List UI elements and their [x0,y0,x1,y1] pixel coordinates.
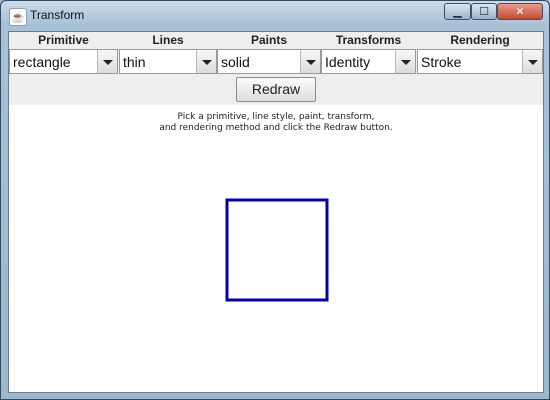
lines-value: thin [123,54,146,70]
redraw-button[interactable]: Redraw [236,77,316,102]
instructions-line-1: Pick a primitive, line style, paint, tra… [177,112,375,122]
paints-dropdown[interactable]: solid [217,49,321,74]
rendering-dropdown[interactable]: Stroke [417,49,543,74]
drawing-canvas [225,198,329,302]
rendering-label: Rendering [450,33,510,47]
java-icon[interactable]: ☕ [9,8,27,26]
paints-label: Paints [250,33,287,47]
maximize-icon: ☐ [479,5,489,18]
chevron-down-icon[interactable] [522,50,542,73]
transforms-value: Identity [325,54,371,70]
chevron-down-icon[interactable] [395,50,415,73]
chevron-down-icon[interactable] [300,50,320,73]
transforms-dropdown[interactable]: Identity [321,49,416,74]
lines-label: Lines [152,33,184,47]
instructions-line-2: and rendering method and click the Redra… [159,123,393,133]
rendering-value: Stroke [421,54,462,70]
window-title: Transform [30,8,85,22]
transform-window: ☕ Transform ▁ ☐ ✕ Primitive rectangle Li… [0,0,550,400]
control-panel: Primitive rectangle Lines thin Paints so… [9,32,543,105]
primitive-label: Primitive [38,33,89,47]
close-icon: ✕ [515,5,525,18]
minimize-button[interactable]: ▁ [444,3,471,20]
primitive-value: rectangle [13,54,71,70]
primitive-dropdown[interactable]: rectangle [9,49,118,74]
maximize-button[interactable]: ☐ [471,3,497,20]
instructions-text: Pick a primitive, line style, paint, tra… [9,112,543,134]
paints-value: solid [221,54,250,70]
rectangle-shape [225,198,329,302]
lines-dropdown[interactable]: thin [119,49,217,74]
chevron-down-icon[interactable] [97,50,117,73]
content-area: Primitive rectangle Lines thin Paints so… [8,31,544,393]
minimize-icon: ▁ [453,5,462,18]
transforms-label: Transforms [335,33,402,47]
title-bar[interactable]: ☕ Transform ▁ ☐ ✕ [1,1,549,31]
close-button[interactable]: ✕ [497,3,543,20]
chevron-down-icon[interactable] [196,50,216,73]
